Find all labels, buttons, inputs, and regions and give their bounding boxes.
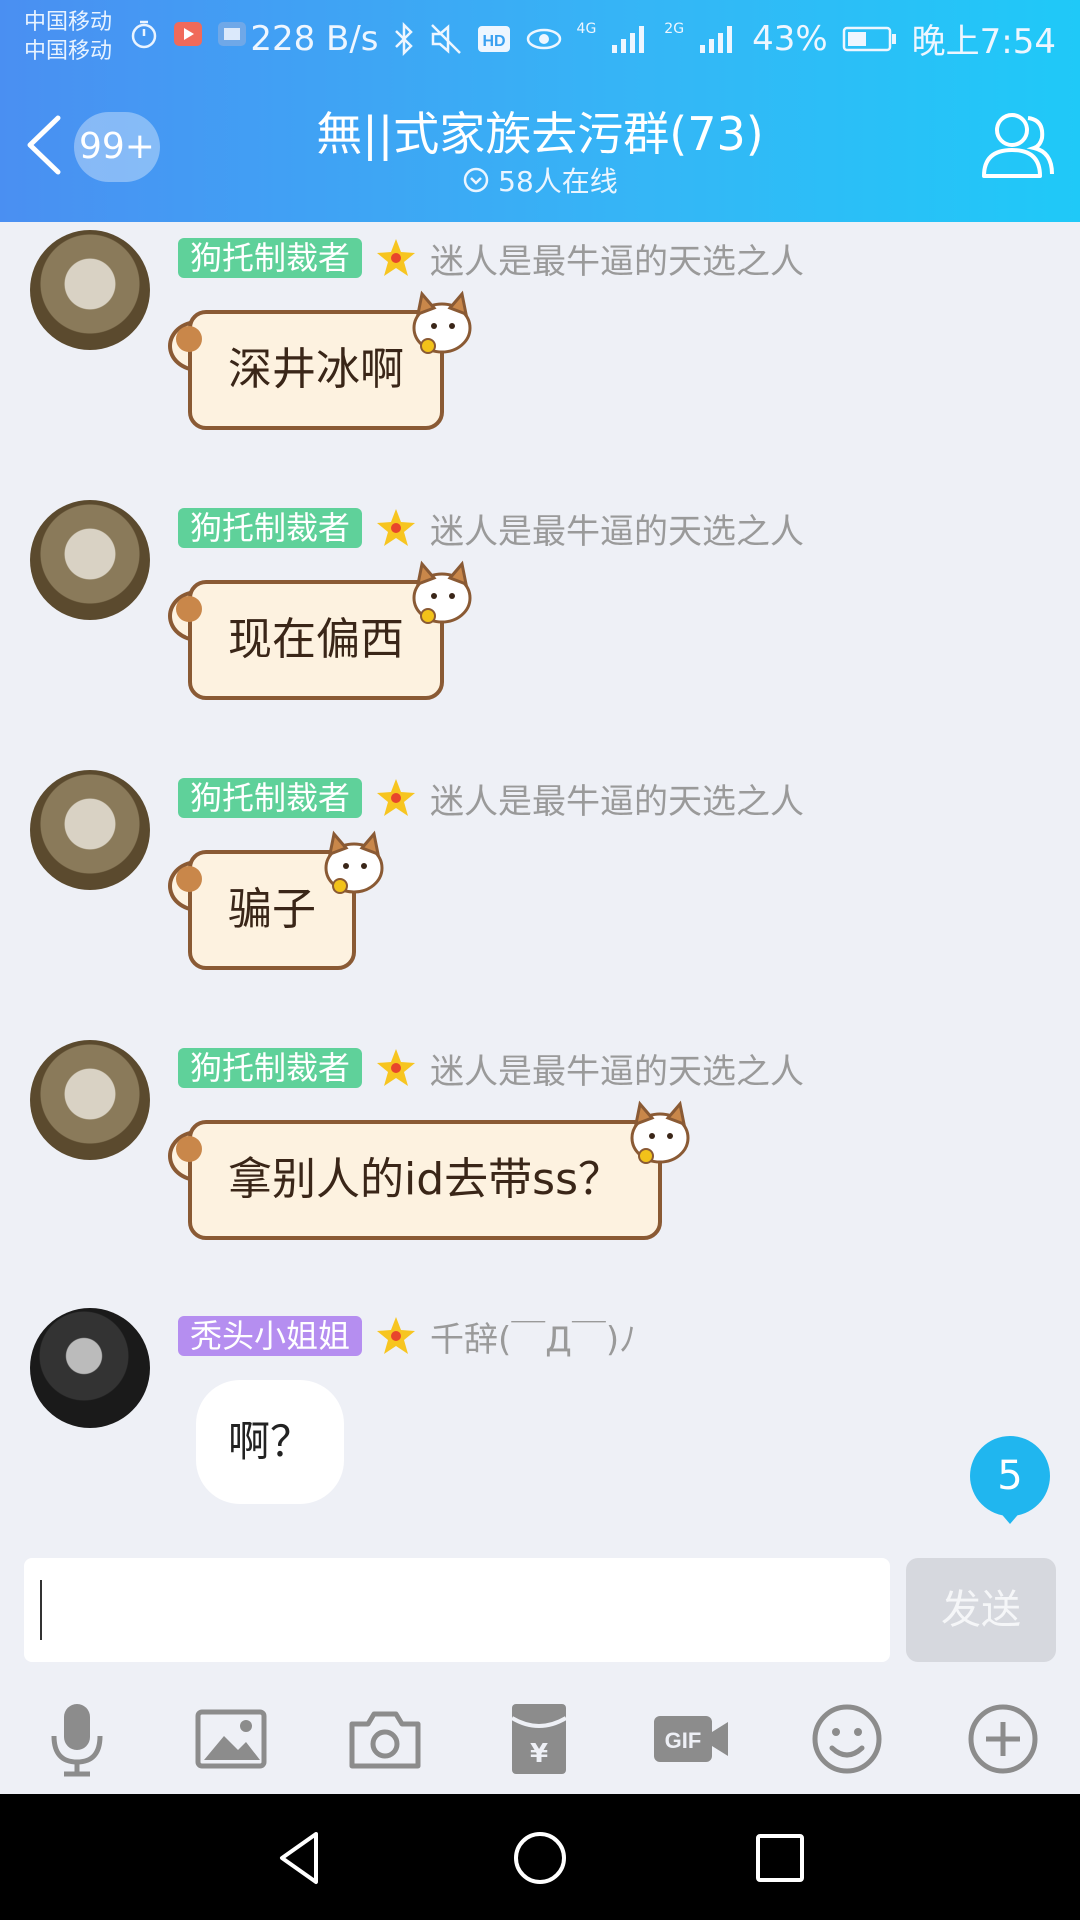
message-bubble[interactable]: 拿别人的id去带ss？ bbox=[168, 1100, 690, 1240]
avatar[interactable] bbox=[30, 770, 150, 890]
carrier-2: 中国移动 bbox=[24, 39, 113, 64]
message-list[interactable]: 狗托制裁者 迷人是最牛逼的天选之人 深井冰啊 狗托制裁者 迷人是最牛逼的天选之人… bbox=[0, 222, 1080, 1532]
member-title-tag: 狗托制裁者 bbox=[178, 238, 363, 278]
nav-home-icon[interactable] bbox=[510, 1828, 570, 1888]
battery-percent: 43% bbox=[752, 18, 828, 59]
plus-icon[interactable] bbox=[962, 1698, 1044, 1780]
timer-icon bbox=[131, 20, 157, 49]
status-bar: 中国移动 中国移动 228 B/s HD 4G 2G 43% 晚上7:54 bbox=[0, 0, 1080, 74]
bluetooth-icon bbox=[394, 21, 413, 56]
eye-comfort-icon bbox=[526, 28, 561, 49]
sender-info: 狗托制裁者 迷人是最牛逼的天选之人 bbox=[178, 1048, 804, 1092]
hd-icon: HD bbox=[477, 25, 510, 52]
system-nav-bar bbox=[0, 1794, 1080, 1920]
star-icon bbox=[377, 239, 416, 276]
svg-text:GIF: GIF bbox=[665, 1728, 702, 1753]
lucky-cat-icon bbox=[412, 560, 472, 624]
member-title-tag: 狗托制裁者 bbox=[178, 778, 363, 818]
star-icon bbox=[377, 509, 416, 546]
star-icon bbox=[377, 1049, 416, 1086]
message-text: 拿别人的id去带ss？ bbox=[228, 1154, 623, 1205]
lucky-cat-icon bbox=[412, 290, 472, 354]
signal1-label: 4G bbox=[576, 20, 597, 37]
message-input[interactable] bbox=[24, 1558, 890, 1662]
sender-nickname[interactable]: 迷人是最牛逼的天选之人 bbox=[430, 504, 804, 553]
emoji-icon[interactable] bbox=[806, 1698, 888, 1780]
message-text: 骗子 bbox=[228, 884, 316, 935]
message-text: 啊？ bbox=[228, 1417, 313, 1466]
bubble-cat-spot bbox=[176, 596, 202, 622]
send-button[interactable]: 发送 bbox=[906, 1558, 1056, 1662]
message-bubble[interactable]: 啊？ bbox=[196, 1380, 345, 1504]
chat-header: 中国移动 中国移动 228 B/s HD 4G 2G 43% 晚上7:54 99… bbox=[0, 0, 1080, 222]
sender-nickname[interactable]: 迷人是最牛逼的天选之人 bbox=[430, 1044, 804, 1093]
sender-info: 秃头小姐姐 千辞(￣Д￣)ﾉ bbox=[178, 1316, 636, 1360]
composer: 发送 bbox=[0, 1548, 1080, 1672]
signal-icon-1 bbox=[612, 25, 645, 53]
status-right: 228 B/s HD 4G 2G 43% 晚上7:54 bbox=[250, 14, 1056, 63]
message-bubble[interactable]: 骗子 bbox=[168, 830, 384, 970]
bubble-cat-spot bbox=[176, 1136, 202, 1162]
message-bubble[interactable]: 深井冰啊 bbox=[168, 290, 472, 430]
member-title-tag: 狗托制裁者 bbox=[178, 508, 363, 548]
clock: 晚上7:54 bbox=[911, 22, 1056, 62]
avatar[interactable] bbox=[30, 230, 150, 350]
sender-info: 狗托制裁者 迷人是最牛逼的天选之人 bbox=[178, 778, 804, 822]
battery-icon bbox=[842, 26, 896, 51]
online-count: 58人在线 bbox=[498, 165, 618, 198]
svg-text:¥: ¥ bbox=[530, 1739, 548, 1769]
lucky-cat-icon bbox=[630, 1100, 690, 1164]
member-title-tag: 狗托制裁者 bbox=[178, 1048, 363, 1088]
signal2-label: 2G bbox=[664, 20, 685, 37]
group-title[interactable]: 無||式家族去污群(73) bbox=[0, 98, 1080, 164]
sender-nickname[interactable]: 千辞(￣Д￣)ﾉ bbox=[430, 1312, 636, 1361]
star-icon bbox=[377, 1317, 416, 1354]
new-messages-badge[interactable]: 5 bbox=[970, 1436, 1050, 1516]
member-title-tag: 秃头小姐姐 bbox=[178, 1316, 363, 1356]
group-members-icon[interactable] bbox=[976, 108, 1056, 184]
avatar[interactable] bbox=[30, 1308, 150, 1428]
camera-icon[interactable] bbox=[344, 1698, 426, 1780]
sender-nickname[interactable]: 迷人是最牛逼的天选之人 bbox=[430, 234, 804, 283]
sender-info: 狗托制裁者 迷人是最牛逼的天选之人 bbox=[178, 508, 804, 552]
signal-icon-2 bbox=[700, 25, 733, 53]
sender-info: 狗托制裁者 迷人是最牛逼的天选之人 bbox=[178, 238, 804, 282]
avatar[interactable] bbox=[30, 500, 150, 620]
message-bubble[interactable]: 现在偏西 bbox=[168, 560, 472, 700]
text-caret bbox=[40, 1580, 42, 1640]
chevron-circle-icon bbox=[463, 167, 489, 193]
svg-text:HD: HD bbox=[482, 33, 505, 50]
gif-icon[interactable]: GIF bbox=[650, 1698, 732, 1780]
red-packet-icon[interactable]: ¥ bbox=[498, 1698, 580, 1780]
star-icon bbox=[377, 779, 416, 816]
lucky-cat-icon bbox=[324, 830, 384, 894]
bubble-cat-spot bbox=[176, 326, 202, 352]
bubble-cat-spot bbox=[176, 866, 202, 892]
nav-recents-icon[interactable] bbox=[750, 1828, 810, 1888]
input-toolbar: ¥ GIF bbox=[0, 1690, 1080, 1790]
sender-nickname[interactable]: 迷人是最牛逼的天选之人 bbox=[430, 774, 804, 823]
video-app-icon bbox=[174, 22, 202, 46]
net-speed: 228 B/s bbox=[250, 18, 379, 59]
image-icon[interactable] bbox=[190, 1698, 272, 1780]
new-messages-badge-tail bbox=[998, 1510, 1022, 1524]
mute-icon bbox=[430, 23, 461, 54]
online-status[interactable]: 58人在线 bbox=[0, 160, 1080, 200]
avatar[interactable] bbox=[30, 1040, 150, 1160]
message-text: 深井冰啊 bbox=[228, 344, 404, 395]
app-icon bbox=[218, 22, 246, 46]
microphone-icon[interactable] bbox=[36, 1698, 118, 1780]
message-text: 现在偏西 bbox=[228, 614, 404, 665]
carrier-1: 中国移动 bbox=[24, 10, 113, 35]
carrier-info: 中国移动 中国移动 bbox=[24, 8, 112, 66]
nav-back-icon[interactable] bbox=[270, 1828, 330, 1888]
